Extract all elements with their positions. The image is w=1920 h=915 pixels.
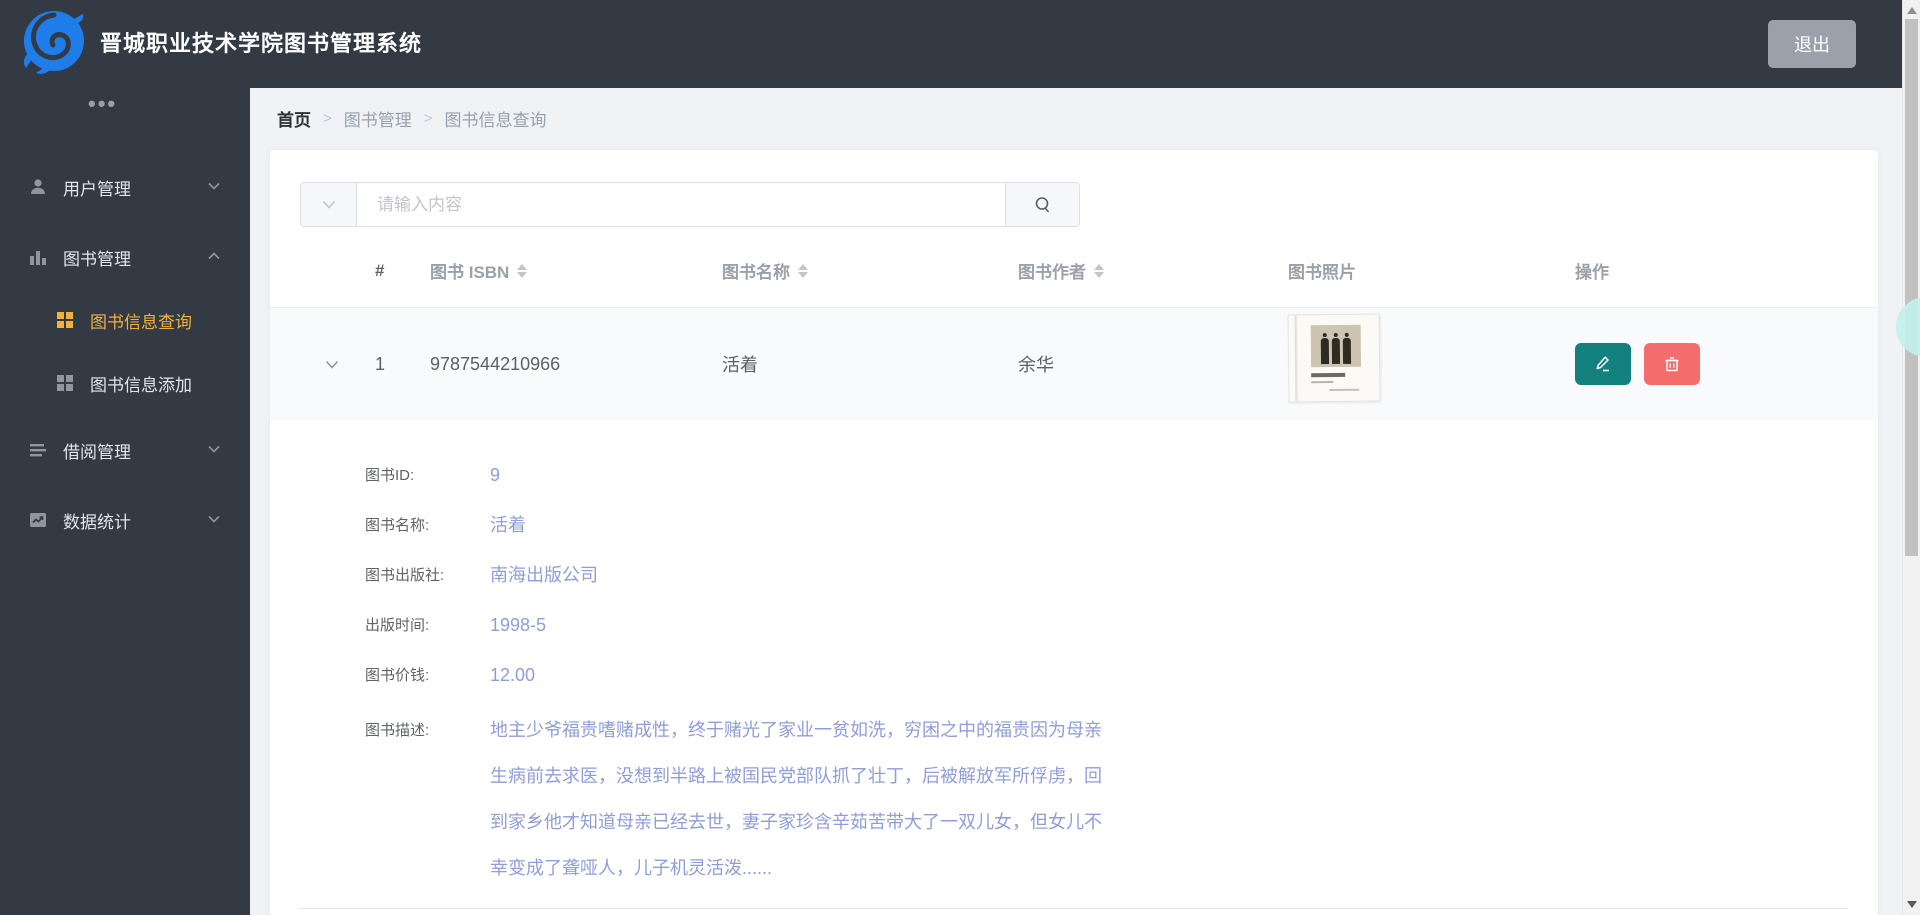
detail-label: 图书描述: bbox=[365, 722, 430, 739]
row-book-name: 活着 bbox=[722, 355, 758, 375]
sidebar-collapse-toggle[interactable]: ••• bbox=[88, 93, 117, 115]
sidebar: ••• 用户管理 图书管理 图书信息查询 图书信息添加 借阅管理 数据统计 bbox=[0, 88, 250, 915]
detail-label: 图书ID: bbox=[365, 467, 415, 484]
content-card: # 图书 ISBN 图书名称 图书作者 图书照片 操作 1 bbox=[270, 150, 1878, 915]
table-row: 1 9787544210966 活着 余华 bbox=[270, 307, 1878, 420]
row-actions bbox=[1575, 308, 1700, 420]
detail-row-publisher: 图书出版社: 南海出版公司 bbox=[365, 564, 1815, 587]
detail-value: 12.00 bbox=[490, 665, 536, 685]
sidebar-item-book-info-query[interactable]: 图书信息查询 bbox=[0, 292, 250, 348]
sidebar-item-label: 借阅管理 bbox=[63, 442, 131, 462]
column-header-index: # bbox=[375, 260, 385, 280]
row-expand-icon[interactable] bbox=[325, 308, 339, 420]
grid-icon bbox=[57, 375, 73, 391]
column-header-photo: 图书照片 bbox=[1288, 263, 1356, 282]
sidebar-item-label: 图书管理 bbox=[63, 249, 131, 269]
chevron-down-icon bbox=[208, 445, 220, 453]
main-content: 首页 > 图书管理 > 图书信息查询 # 图书 I bbox=[250, 88, 1902, 915]
logout-button[interactable]: 退出 bbox=[1768, 20, 1856, 68]
chevron-up-icon bbox=[208, 252, 220, 260]
row-isbn: 9787544210966 bbox=[430, 353, 561, 374]
sidebar-item-label: 数据统计 bbox=[63, 512, 131, 532]
column-header-isbn[interactable]: 图书 ISBN bbox=[430, 234, 528, 307]
table-header-row: # 图书 ISBN 图书名称 图书作者 图书照片 操作 bbox=[270, 234, 1878, 307]
scrollbar-down-arrow[interactable] bbox=[1907, 901, 1917, 908]
list-icon bbox=[30, 444, 46, 457]
user-icon bbox=[31, 179, 45, 194]
sidebar-item-label: 图书信息添加 bbox=[90, 375, 192, 395]
search-icon bbox=[1035, 196, 1049, 213]
trend-icon bbox=[30, 513, 46, 527]
detail-value: 地主少爷福贵嗜赌成性，终于赌光了家业一贫如洗，穷困之中的福贵因为母亲生病前去求医… bbox=[490, 720, 1102, 878]
bar-chart-icon bbox=[30, 251, 46, 265]
column-header-action: 操作 bbox=[1575, 263, 1609, 282]
detail-label: 图书出版社: bbox=[365, 567, 445, 584]
scrollbar-up-arrow[interactable] bbox=[1907, 7, 1917, 14]
book-cover-photo bbox=[1310, 324, 1362, 368]
app-header: 晋城职业技术学院图书管理系统 退出 bbox=[0, 0, 1902, 88]
app-logo-icon bbox=[23, 11, 84, 74]
detail-row-name: 图书名称: 活着 bbox=[365, 514, 1815, 537]
detail-row-description: 图书描述: 地主少爷福贵嗜赌成性，终于赌光了家业一贫如洗，穷困之中的福贵因为母亲… bbox=[365, 719, 1815, 891]
page-title: 晋城职业技术学院图书管理系统 bbox=[100, 31, 423, 56]
search-field-select[interactable] bbox=[301, 183, 357, 226]
scrollbar-thumb[interactable] bbox=[1905, 19, 1918, 556]
detail-label: 图书价钱: bbox=[365, 667, 430, 684]
sidebar-item-book-management[interactable]: 图书管理 bbox=[0, 229, 250, 285]
detail-value: 南海出版公司 bbox=[490, 565, 598, 585]
breadcrumb-book-info-query[interactable]: 图书信息查询 bbox=[445, 106, 547, 131]
sort-icon[interactable] bbox=[517, 263, 528, 278]
search-button[interactable] bbox=[1005, 183, 1079, 226]
sort-icon[interactable] bbox=[1094, 263, 1104, 278]
vertical-scrollbar[interactable] bbox=[1902, 0, 1920, 915]
delete-button[interactable] bbox=[1644, 343, 1700, 385]
breadcrumb: 首页 > 图书管理 > 图书信息查询 bbox=[277, 106, 547, 131]
detail-row-publish-date: 出版时间: 1998-5 bbox=[365, 614, 1815, 637]
column-header-name[interactable]: 图书名称 bbox=[722, 234, 808, 307]
breadcrumb-book-management[interactable]: 图书管理 bbox=[344, 106, 412, 131]
book-detail-panel: 图书ID: 9 图书名称: 活着 图书出版社: 南海出版公司 出版时间: 199… bbox=[365, 420, 1815, 915]
detail-value: 活着 bbox=[490, 515, 526, 535]
sort-icon[interactable] bbox=[798, 263, 808, 278]
detail-label: 图书名称: bbox=[365, 517, 430, 534]
sidebar-item-borrow-management[interactable]: 借阅管理 bbox=[0, 422, 250, 478]
breadcrumb-separator-icon: > bbox=[323, 110, 332, 127]
column-header-author[interactable]: 图书作者 bbox=[1018, 234, 1104, 307]
sidebar-item-book-info-add[interactable]: 图书信息添加 bbox=[0, 355, 250, 411]
edit-pencil-icon bbox=[1596, 356, 1609, 372]
breadcrumb-separator-icon: > bbox=[423, 110, 433, 127]
trash-icon bbox=[1665, 357, 1679, 372]
row-book-author: 余华 bbox=[1018, 355, 1054, 375]
search-input[interactable] bbox=[357, 183, 1005, 226]
detail-label: 出版时间: bbox=[365, 617, 430, 634]
grid-icon bbox=[57, 312, 73, 328]
row-index: 1 bbox=[375, 353, 386, 374]
chevron-down-icon bbox=[208, 182, 220, 190]
detail-row-price: 图书价钱: 12.00 bbox=[365, 664, 1815, 687]
sidebar-item-label: 图书信息查询 bbox=[90, 312, 192, 332]
search-bar bbox=[300, 182, 1080, 227]
sidebar-item-label: 用户管理 bbox=[63, 179, 131, 199]
detail-row-id: 图书ID: 9 bbox=[365, 464, 1815, 487]
breadcrumb-home[interactable]: 首页 bbox=[277, 106, 311, 131]
sidebar-item-user-management[interactable]: 用户管理 bbox=[0, 159, 250, 215]
detail-value: 9 bbox=[490, 465, 501, 485]
book-cover-image bbox=[1287, 313, 1381, 403]
chevron-down-icon bbox=[322, 200, 335, 209]
detail-value: 1998-5 bbox=[490, 615, 547, 635]
sidebar-item-data-statistics[interactable]: 数据统计 bbox=[0, 492, 250, 548]
chevron-down-icon bbox=[208, 515, 220, 523]
row-book-photo-cell bbox=[1287, 313, 1381, 403]
row-divider bbox=[300, 908, 1848, 909]
edit-button[interactable] bbox=[1575, 343, 1631, 385]
